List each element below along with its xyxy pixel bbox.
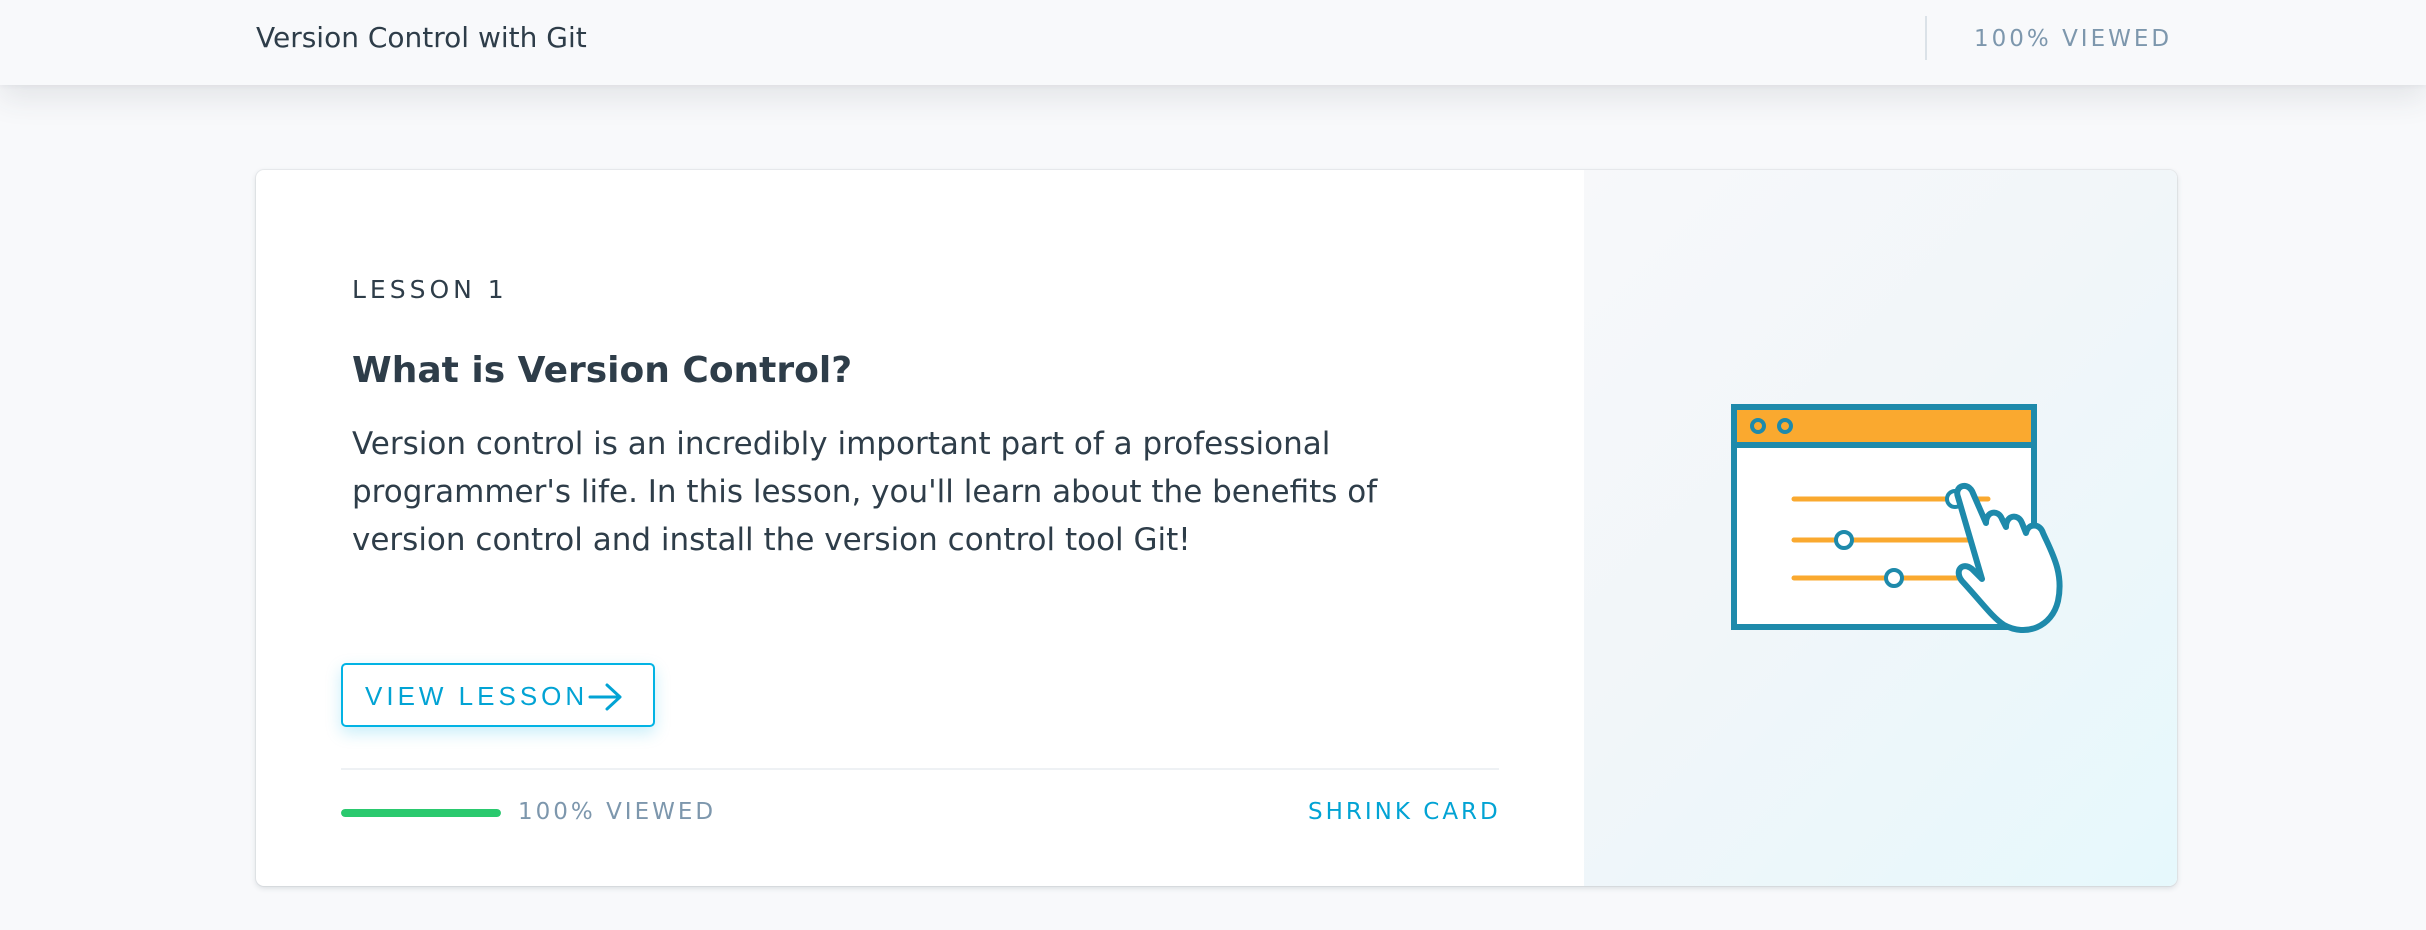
course-progress-label: 100% VIEWED <box>1974 26 2173 52</box>
lesson-illustration-panel <box>1584 170 2177 886</box>
browser-sliders-hand-icon <box>1731 404 2063 633</box>
lesson-card: LESSON 1 What is Version Control? Versio… <box>256 170 2177 886</box>
lesson-number: LESSON 1 <box>352 275 508 304</box>
card-footer-divider <box>341 768 1499 770</box>
view-lesson-button[interactable]: VIEW LESSON <box>341 663 655 727</box>
arrow-right-icon <box>588 683 622 711</box>
lesson-title: What is Version Control? <box>352 350 853 391</box>
lesson-progress-bar <box>341 809 501 817</box>
header-divider <box>1925 16 1927 60</box>
course-header: Version Control with Git 100% VIEWED <box>0 0 2426 85</box>
shrink-card-link[interactable]: SHRINK CARD <box>1308 795 1500 829</box>
lesson-progress-label: 100% VIEWED <box>518 799 717 825</box>
lesson-progress-fill <box>341 809 501 817</box>
course-title[interactable]: Version Control with Git <box>256 18 587 58</box>
lesson-description: Version control is an incredibly importa… <box>352 426 1378 558</box>
view-lesson-label: VIEW LESSON <box>365 681 589 711</box>
lesson-card-content: LESSON 1 What is Version Control? Versio… <box>256 170 1584 886</box>
